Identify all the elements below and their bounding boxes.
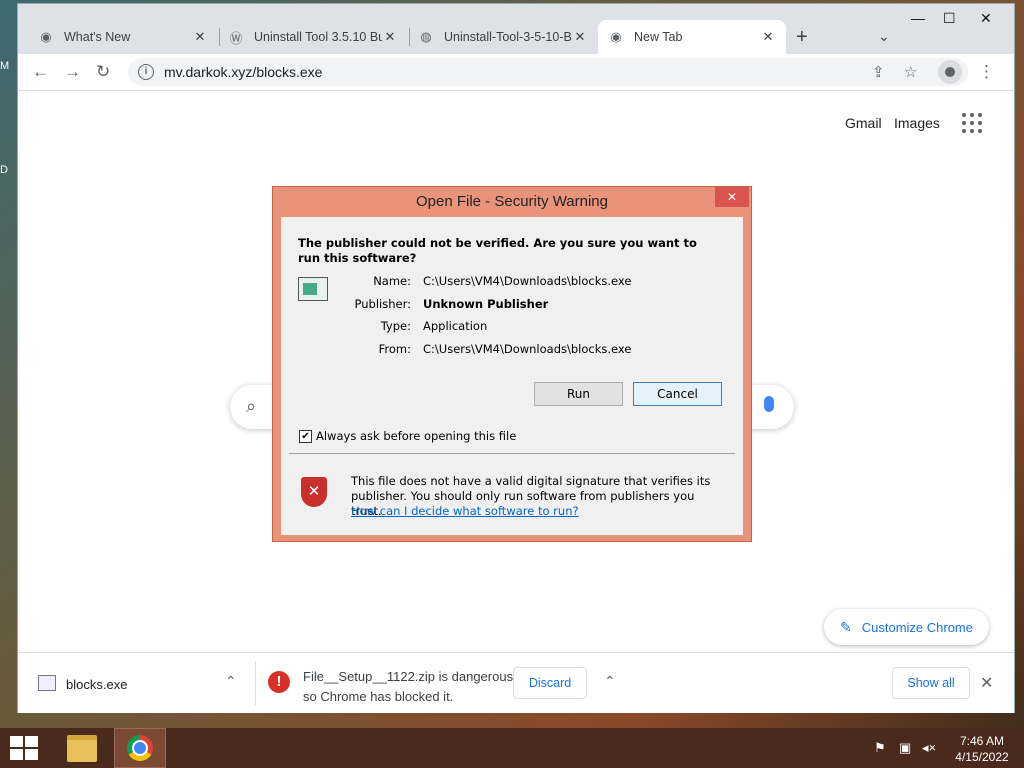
danger-warning-icon: !: [268, 671, 290, 693]
pencil-icon: ✎: [840, 618, 852, 635]
globe-icon: ◍: [420, 29, 432, 44]
download-bar: blocks.exe ⌃ ! File__Setup__1122.zip is …: [18, 652, 1014, 713]
dialog-close-icon[interactable]: ✕: [715, 187, 749, 207]
address-url: mv.darkok.xyz/blocks.exe: [164, 64, 323, 80]
field-label: Publisher:: [354, 297, 411, 311]
search-icon: ⌕: [246, 396, 257, 416]
browser-toolbar: ← → ↻ i mv.darkok.xyz/blocks.exe ⇪ ☆ ⋮: [18, 54, 1014, 91]
tab-title: Uninstall-Tool-3-5-10-B: [444, 30, 572, 44]
close-tab-icon[interactable]: ✕: [382, 29, 398, 45]
network-icon[interactable]: ▣: [899, 740, 911, 756]
field-value: Application: [423, 319, 488, 333]
field-label: From:: [378, 342, 411, 356]
wordpress-icon: Ⓦ: [229, 30, 243, 46]
volume-muted-icon[interactable]: ◂×: [922, 740, 936, 756]
back-arrow-icon[interactable]: ←: [32, 62, 49, 82]
field-type: Type: Application: [341, 319, 721, 333]
windows-taskbar: ⚑ ▣ ◂× 7:46 AM 4/15/2022: [0, 728, 1024, 768]
always-ask-checkbox[interactable]: ✔ Always ask before opening this file: [299, 429, 516, 443]
cancel-button[interactable]: Cancel: [633, 382, 722, 406]
file-explorer-taskbar-button[interactable]: [56, 728, 108, 768]
customize-chrome-button[interactable]: ✎ Customize Chrome: [824, 609, 989, 645]
close-tab-icon[interactable]: ✕: [572, 29, 588, 45]
warning-line-1: File__Setup__1122.zip is dangerous,: [303, 669, 517, 684]
tab-new-tab[interactable]: ◉ New Tab ✕: [598, 20, 786, 54]
close-tab-icon[interactable]: ✕: [192, 29, 208, 45]
chrome-icon: ◉: [610, 29, 622, 44]
images-link[interactable]: Images: [894, 115, 940, 131]
chrome-icon: ◉: [40, 29, 52, 44]
clock-date: 4/15/2022: [955, 750, 1009, 764]
tab-uninstall-tool[interactable]: Ⓦ Uninstall Tool 3.5.10 Bu ✕: [218, 20, 408, 54]
folder-icon: [67, 734, 97, 762]
windows-start-icon[interactable]: [10, 736, 38, 760]
exe-file-icon: [38, 675, 56, 691]
field-label: Type:: [380, 319, 411, 333]
tab-strip: ◉ What's New ✕ Ⓦ Uninstall Tool 3.5.10 B…: [18, 4, 1014, 54]
download-divider: [255, 661, 256, 705]
show-all-button[interactable]: Show all: [892, 667, 970, 699]
maximize-icon[interactable]: ☐: [943, 10, 956, 27]
action-center-flag-icon[interactable]: ⚑: [874, 740, 886, 756]
dialog-divider: [289, 453, 735, 454]
download-options-chevron-icon[interactable]: ⌃: [225, 673, 237, 690]
address-bar[interactable]: i mv.darkok.xyz/blocks.exe ⇪ ☆: [128, 58, 968, 86]
reload-icon[interactable]: ↻: [96, 62, 110, 82]
field-value: C:\Users\VM4\Downloads\blocks.exe: [423, 274, 632, 288]
clock-time: 7:46 AM: [959, 734, 1005, 748]
checkmark-icon[interactable]: ✔: [299, 429, 312, 443]
security-shield-icon: ✕: [301, 477, 327, 507]
minimize-icon[interactable]: —: [911, 10, 925, 26]
field-value: C:\Users\VM4\Downloads\blocks.exe: [423, 342, 632, 356]
tab-title: Uninstall Tool 3.5.10 Bu: [254, 30, 382, 44]
chrome-icon: [127, 735, 153, 761]
field-from: From: C:\Users\VM4\Downloads\blocks.exe: [341, 342, 721, 356]
system-clock[interactable]: 7:46 AM 4/15/2022: [952, 733, 1012, 765]
tab-whats-new[interactable]: ◉ What's New ✕: [28, 20, 218, 54]
desktop-icon-label: D: [0, 164, 8, 176]
google-apps-icon[interactable]: [962, 113, 982, 133]
close-window-icon[interactable]: ✕: [980, 10, 992, 27]
checkbox-label: Always ask before opening this file: [316, 429, 517, 443]
tab-search-chevron-icon[interactable]: ⌄: [878, 28, 890, 45]
bookmark-star-icon[interactable]: ☆: [904, 63, 917, 81]
forward-arrow-icon[interactable]: →: [64, 62, 81, 82]
close-tab-icon[interactable]: ✕: [760, 29, 776, 45]
run-button[interactable]: Run: [534, 382, 623, 406]
download-item-name[interactable]: blocks.exe: [66, 677, 127, 692]
dangerous-download-warning: File__Setup__1122.zip is dangerous, so C…: [303, 667, 517, 707]
field-label: Name:: [373, 274, 411, 288]
help-link[interactable]: How can I decide what software to run?: [351, 504, 579, 518]
field-publisher: Publisher: Unknown Publisher: [341, 297, 721, 311]
share-icon[interactable]: ⇪: [872, 63, 885, 81]
site-info-icon[interactable]: i: [138, 64, 154, 80]
customize-label: Customize Chrome: [861, 619, 973, 635]
tab-uninstall-tool-download[interactable]: ◍ Uninstall-Tool-3-5-10-B ✕: [408, 20, 598, 54]
discard-button[interactable]: Discard: [513, 667, 587, 699]
new-tab-button[interactable]: +: [796, 26, 808, 49]
menu-kebab-icon[interactable]: ⋮: [978, 62, 995, 82]
blocked-options-chevron-icon[interactable]: ⌃: [604, 673, 616, 690]
field-value: Unknown Publisher: [423, 297, 549, 311]
chrome-taskbar-button[interactable]: [114, 728, 166, 768]
publisher-question: The publisher could not be verified. Are…: [298, 236, 697, 265]
microphone-icon[interactable]: [764, 396, 774, 412]
dialog-body: The publisher could not be verified. Are…: [281, 217, 743, 535]
close-download-bar-icon[interactable]: ✕: [980, 673, 993, 693]
dialog-title: Open File - Security Warning: [415, 193, 608, 210]
tab-title: New Tab: [634, 30, 683, 44]
desktop-icon-label: M: [0, 60, 10, 72]
security-warning-dialog: Open File - Security Warning ✕ The publi…: [272, 186, 752, 542]
profile-avatar-icon[interactable]: [938, 60, 962, 84]
warning-line-2: so Chrome has blocked it.: [303, 689, 454, 704]
gmail-link[interactable]: Gmail: [845, 115, 882, 131]
tab-title: What's New: [64, 30, 131, 44]
field-name: Name: C:\Users\VM4\Downloads\blocks.exe: [341, 274, 721, 288]
application-file-icon: [298, 277, 328, 301]
